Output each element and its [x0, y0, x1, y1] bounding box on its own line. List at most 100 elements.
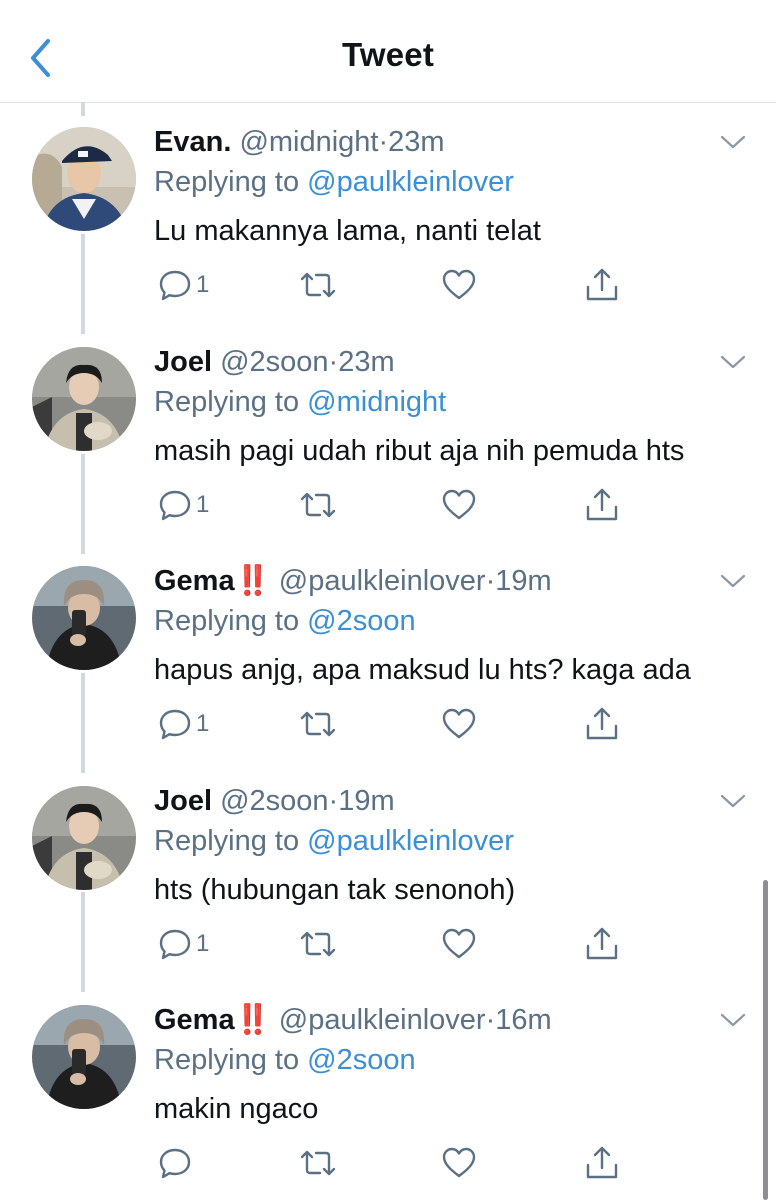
replying-prefix: Replying to	[154, 386, 300, 418]
retweet-icon	[300, 492, 336, 518]
reply-icon	[159, 709, 191, 740]
replying-to: Replying to @paulkleinlover	[154, 823, 514, 859]
more-options-button[interactable]	[718, 569, 748, 593]
share-button[interactable]	[584, 927, 624, 961]
reply-mention[interactable]: @2soon	[307, 605, 415, 637]
share-icon	[586, 268, 618, 301]
chevron-down-icon	[720, 355, 746, 369]
display-name[interactable]: Gema	[154, 565, 235, 597]
avatar[interactable]	[32, 566, 136, 670]
more-options-button[interactable]	[718, 1008, 748, 1032]
replying-to: Replying to @2soon	[154, 1042, 416, 1078]
reply-tweet[interactable]: Joel @2soon·23m Replying to @midnight ma…	[0, 322, 776, 542]
timestamp[interactable]: 16m	[495, 1004, 551, 1036]
reply-button[interactable]: 1	[158, 927, 238, 961]
display-name[interactable]: Joel	[154, 785, 212, 817]
tweet-header: Evan. @midnight·23m	[154, 124, 445, 160]
reply-count: 1	[196, 491, 210, 518]
share-button[interactable]	[584, 268, 624, 302]
reply-mention[interactable]: @midnight	[307, 386, 446, 418]
more-options-button[interactable]	[718, 350, 748, 374]
chevron-down-icon	[720, 135, 746, 149]
share-button[interactable]	[584, 1146, 624, 1180]
reply-mention[interactable]: @paulkleinlover	[307, 825, 514, 857]
tweet-text: masih pagi udah ribut aja nih pemuda hts	[154, 435, 685, 467]
retweet-button[interactable]	[298, 488, 338, 522]
timestamp[interactable]: 19m	[495, 565, 551, 597]
tweet-header: Gema‼️ @paulkleinlover·19m	[154, 563, 552, 599]
like-button[interactable]	[441, 488, 481, 522]
separator: ·	[328, 346, 339, 378]
heart-icon	[442, 708, 476, 739]
like-button[interactable]	[441, 1146, 481, 1180]
reply-button[interactable]	[158, 1146, 238, 1180]
handle[interactable]: @2soon	[220, 346, 328, 378]
heart-icon	[442, 269, 476, 300]
replying-to: Replying to @midnight	[154, 384, 446, 420]
retweet-icon	[300, 1150, 336, 1176]
more-options-button[interactable]	[718, 130, 748, 154]
reply-button[interactable]: 1	[158, 488, 238, 522]
retweet-icon	[300, 931, 336, 957]
share-button[interactable]	[584, 707, 624, 741]
replying-to: Replying to @paulkleinlover	[154, 164, 514, 200]
retweet-button[interactable]	[298, 707, 338, 741]
avatar[interactable]	[32, 786, 136, 890]
reply-tweet[interactable]: Evan. @midnight·23m Replying to @paulkle…	[0, 102, 776, 322]
share-icon	[586, 707, 618, 740]
display-name[interactable]: Evan.	[154, 126, 231, 158]
top-bar: Tweet	[0, 0, 776, 103]
reply-count: 1	[196, 930, 210, 957]
share-icon	[586, 1146, 618, 1179]
handle[interactable]: @2soon	[220, 785, 328, 817]
tweet-header: Gema‼️ @paulkleinlover·16m	[154, 1002, 552, 1038]
display-name[interactable]: Gema	[154, 1004, 235, 1036]
timestamp[interactable]: 23m	[338, 346, 394, 378]
replying-prefix: Replying to	[154, 166, 300, 198]
page-title: Tweet	[341, 36, 435, 73]
reply-count: 1	[196, 710, 210, 737]
tweet-header: Joel @2soon·19m	[154, 783, 395, 819]
reply-tweet[interactable]: Gema‼️ @paulkleinlover·19m Replying to @…	[0, 541, 776, 761]
reply-mention[interactable]: @2soon	[307, 1044, 415, 1076]
replying-prefix: Replying to	[154, 1044, 300, 1076]
tweet-text: hts (hubungan tak senonoh)	[154, 874, 516, 906]
separator: ·	[485, 1004, 496, 1036]
retweet-button[interactable]	[298, 927, 338, 961]
reply-icon	[159, 929, 191, 960]
handle[interactable]: @paulkleinlover	[279, 1004, 486, 1036]
reply-tweet[interactable]: Joel @2soon·19m Replying to @paulkleinlo…	[0, 761, 776, 981]
avatar[interactable]	[32, 1005, 136, 1109]
timestamp[interactable]: 19m	[338, 785, 394, 817]
name-badge: ‼️	[234, 565, 271, 597]
like-button[interactable]	[441, 268, 481, 302]
timestamp[interactable]: 23m	[388, 126, 444, 158]
chevron-down-icon	[720, 574, 746, 588]
avatar[interactable]	[32, 127, 136, 231]
reply-mention[interactable]: @paulkleinlover	[307, 166, 514, 198]
like-button[interactable]	[441, 707, 481, 741]
avatar[interactable]	[32, 347, 136, 451]
reply-icon	[159, 490, 191, 521]
reply-count: 1	[196, 271, 210, 298]
retweet-button[interactable]	[298, 1146, 338, 1180]
handle[interactable]: @paulkleinlover	[279, 565, 486, 597]
share-button[interactable]	[584, 488, 624, 522]
tweet-text: Lu makannya lama, nanti telat	[154, 215, 541, 247]
chevron-down-icon	[720, 794, 746, 808]
handle[interactable]: @midnight	[239, 126, 378, 158]
reply-button[interactable]: 1	[158, 268, 238, 302]
like-button[interactable]	[441, 927, 481, 961]
more-options-button[interactable]	[718, 789, 748, 813]
retweet-button[interactable]	[298, 268, 338, 302]
separator: ·	[378, 126, 389, 158]
reply-button[interactable]: 1	[158, 707, 238, 741]
tweet-text: makin ngaco	[154, 1093, 319, 1125]
scrollbar[interactable]	[763, 880, 768, 1200]
reply-tweet[interactable]: Gema‼️ @paulkleinlover·16m Replying to @…	[0, 980, 776, 1200]
heart-icon	[442, 1147, 476, 1178]
display-name[interactable]: Joel	[154, 346, 212, 378]
replying-prefix: Replying to	[154, 825, 300, 857]
retweet-icon	[300, 711, 336, 737]
tweet-header: Joel @2soon·23m	[154, 344, 395, 380]
